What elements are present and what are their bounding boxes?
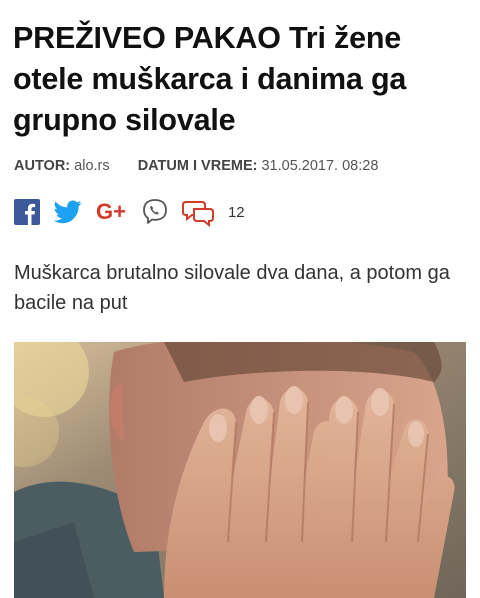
article-title: PREŽIVEO PAKAO Tri žene otele muškarca i… bbox=[13, 21, 407, 137]
article-meta: AUTOR: alo.rs DATUM I VREME: 31.05.2017.… bbox=[14, 158, 378, 174]
date-label: DATUM I VREME: bbox=[137, 158, 258, 174]
google-plus-icon[interactable]: G+ bbox=[96, 199, 126, 225]
publish-date: 31.05.2017. 08:28 bbox=[261, 158, 379, 174]
article-photo bbox=[14, 342, 466, 598]
article-lead: Muškarca brutalno silovale dva dana, a p… bbox=[14, 262, 450, 314]
comments-icon[interactable] bbox=[180, 197, 216, 227]
twitter-icon[interactable] bbox=[54, 200, 82, 224]
facebook-icon[interactable] bbox=[14, 199, 40, 225]
author-name[interactable]: alo.rs bbox=[74, 158, 109, 174]
share-bar: G+ 12 bbox=[14, 197, 245, 227]
viber-icon[interactable] bbox=[140, 197, 170, 227]
comment-count[interactable]: 12 bbox=[228, 204, 245, 221]
author-label: AUTOR: bbox=[14, 158, 71, 174]
